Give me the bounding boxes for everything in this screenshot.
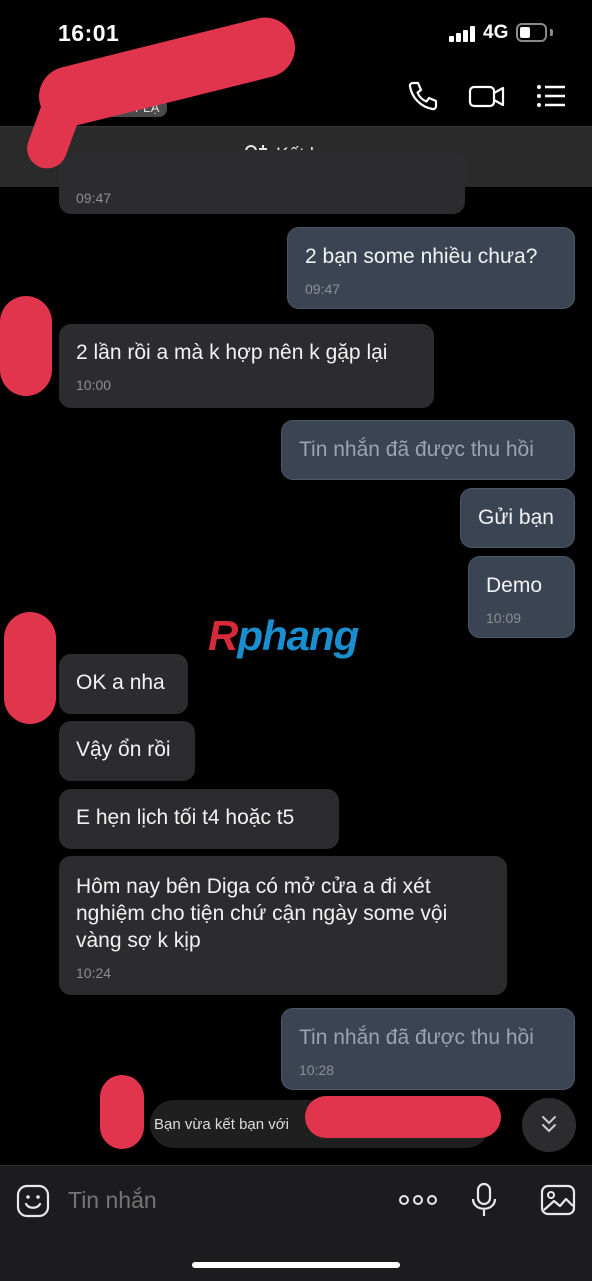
message-bubble-incoming[interactable]: E hẹn lịch tối t4 hoặc t5: [59, 789, 339, 849]
message-time: 10:28: [299, 1062, 335, 1078]
recalled-message-text: Tin nhắn đã được thu hồi: [299, 438, 534, 461]
image-icon[interactable]: [540, 1184, 576, 1216]
message-text: E hẹn lịch tối t4 hoặc t5: [76, 806, 295, 829]
sticker-icon[interactable]: [16, 1184, 50, 1218]
message-input[interactable]: [66, 1186, 370, 1215]
network-type: 4G: [483, 22, 509, 43]
message-text: 2 bạn some nhiều chưa?: [305, 245, 538, 268]
battery-cap: [550, 29, 553, 36]
message-text: OK a nha: [76, 671, 165, 694]
recalled-message-text: Tin nhắn đã được thu hồi: [299, 1026, 534, 1049]
message-bubble-incoming[interactable]: Vậy ổn rồi: [59, 721, 195, 781]
double-chevron-down-icon: [542, 1116, 556, 1133]
home-indicator: [192, 1262, 400, 1268]
redaction-mark: [0, 296, 52, 396]
message-time: 10:24: [76, 965, 112, 981]
redaction-mark: [305, 1096, 501, 1138]
message-time: 10:00: [76, 377, 112, 393]
scroll-to-bottom-button[interactable]: [522, 1098, 576, 1152]
message-text: 2 lần rồi a mà k hợp nên k gặp lại: [76, 341, 388, 364]
video-call-icon[interactable]: [468, 79, 506, 113]
message-text: Vậy ổn rồi: [76, 738, 171, 761]
message-bubble-incoming[interactable]: OK a nha: [59, 654, 188, 714]
message-bubble-incoming[interactable]: 2 lần rồi a mà k hợp nên k gặp lại 10:00: [59, 324, 434, 408]
signal-icon: [449, 26, 477, 42]
watermark-logo: Rphang: [208, 612, 359, 659]
more-options-icon[interactable]: [398, 1192, 438, 1208]
message-time: 09:47: [305, 281, 341, 297]
message-bubble-incoming[interactable]: 09:47: [59, 150, 465, 214]
phone-icon[interactable]: [406, 79, 440, 113]
message-bubble-outgoing[interactable]: Gửi bạn: [460, 488, 575, 548]
battery-icon: [516, 23, 547, 42]
message-text: Demo: [486, 574, 543, 597]
microphone-icon[interactable]: [470, 1182, 498, 1218]
status-time: 16:01: [58, 20, 120, 46]
message-bubble-outgoing[interactable]: Demo 10:09: [468, 556, 575, 638]
message-bubble-outgoing[interactable]: 2 bạn some nhiều chưa? 09:47: [287, 227, 575, 309]
redaction-mark: [4, 612, 56, 724]
message-text: Hôm nay bên Diga có mở cửa a đi xét nghi…: [76, 875, 448, 952]
message-bubble-outgoing[interactable]: Tin nhắn đã được thu hồi: [281, 420, 575, 480]
redaction-mark: [100, 1075, 144, 1149]
message-time: 10:09: [486, 610, 522, 626]
message-text: Gửi bạn: [478, 506, 554, 529]
message-bubble-incoming[interactable]: Hôm nay bên Diga có mở cửa a đi xét nghi…: [59, 856, 507, 995]
message-time: 09:47: [76, 190, 112, 206]
message-bubble-outgoing[interactable]: Tin nhắn đã được thu hồi 10:28: [281, 1008, 575, 1090]
menu-icon[interactable]: [535, 79, 569, 113]
